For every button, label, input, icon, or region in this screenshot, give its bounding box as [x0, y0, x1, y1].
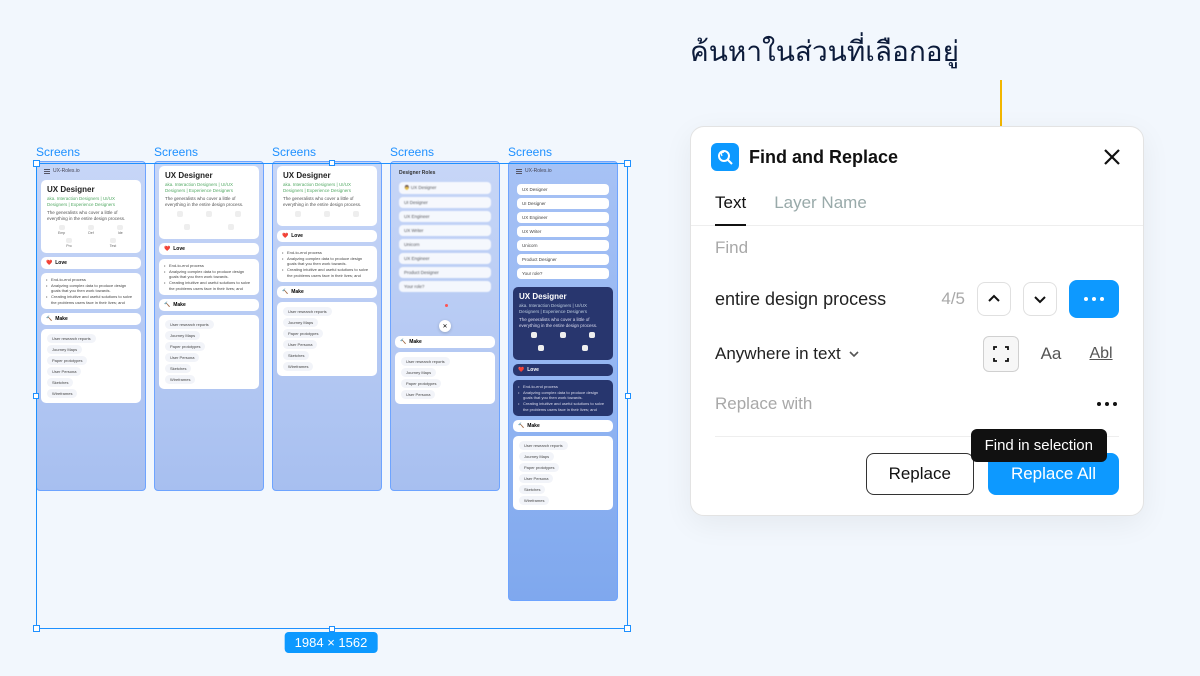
find-in-selection-toggle[interactable] — [983, 336, 1019, 372]
replace-options-button[interactable] — [1095, 400, 1119, 408]
close-button[interactable] — [1101, 146, 1123, 168]
replace-button[interactable]: Replace — [866, 453, 974, 495]
find-input[interactable]: entire design process — [715, 289, 929, 310]
result-counter: 4/5 — [941, 289, 965, 309]
tabs: Text Layer Name — [691, 185, 1143, 226]
selection-handle[interactable] — [329, 160, 335, 166]
selection-handle[interactable] — [33, 160, 40, 167]
frames-row: Screens UX-Roles.io UX Designer aka. Int… — [36, 145, 626, 601]
annotation-title: ค้นหาในส่วนที่เลือกอยู่ — [690, 30, 959, 74]
selection-handle[interactable] — [625, 393, 631, 399]
search-scope-select[interactable]: Anywhere in text — [715, 344, 861, 364]
frame-label: Screens — [390, 145, 500, 159]
canvas-area[interactable]: Screens UX-Roles.io UX Designer aka. Int… — [36, 145, 626, 601]
chevron-down-icon — [847, 347, 861, 361]
selection-icon — [991, 344, 1011, 364]
replace-input[interactable]: Replace with — [715, 394, 812, 414]
frame-label: Screens — [36, 145, 146, 159]
selection-handle[interactable] — [624, 625, 631, 632]
selection-handle[interactable] — [33, 625, 40, 632]
find-replace-icon — [711, 143, 739, 171]
frame-label: Screens — [272, 145, 382, 159]
find-label: Find — [715, 238, 1119, 258]
tab-text[interactable]: Text — [715, 185, 746, 225]
find-options-button[interactable] — [1069, 280, 1119, 318]
selection-handle[interactable] — [33, 393, 39, 399]
tab-layer-name[interactable]: Layer Name — [774, 185, 867, 225]
frame-label: Screens — [508, 145, 618, 159]
panel-title: Find and Replace — [749, 147, 1091, 168]
whole-word-toggle[interactable]: Abl — [1083, 336, 1119, 372]
selection-handle[interactable] — [624, 160, 631, 167]
selection-dimensions: 1984 × 1562 — [285, 632, 378, 653]
next-result-button[interactable] — [1023, 282, 1057, 316]
find-replace-panel: Find and Replace Text Layer Name Find en… — [690, 126, 1144, 516]
frame-label: Screens — [154, 145, 264, 159]
tooltip: Find in selection — [971, 429, 1107, 462]
match-case-toggle[interactable]: Aa — [1033, 336, 1069, 372]
prev-result-button[interactable] — [977, 282, 1011, 316]
